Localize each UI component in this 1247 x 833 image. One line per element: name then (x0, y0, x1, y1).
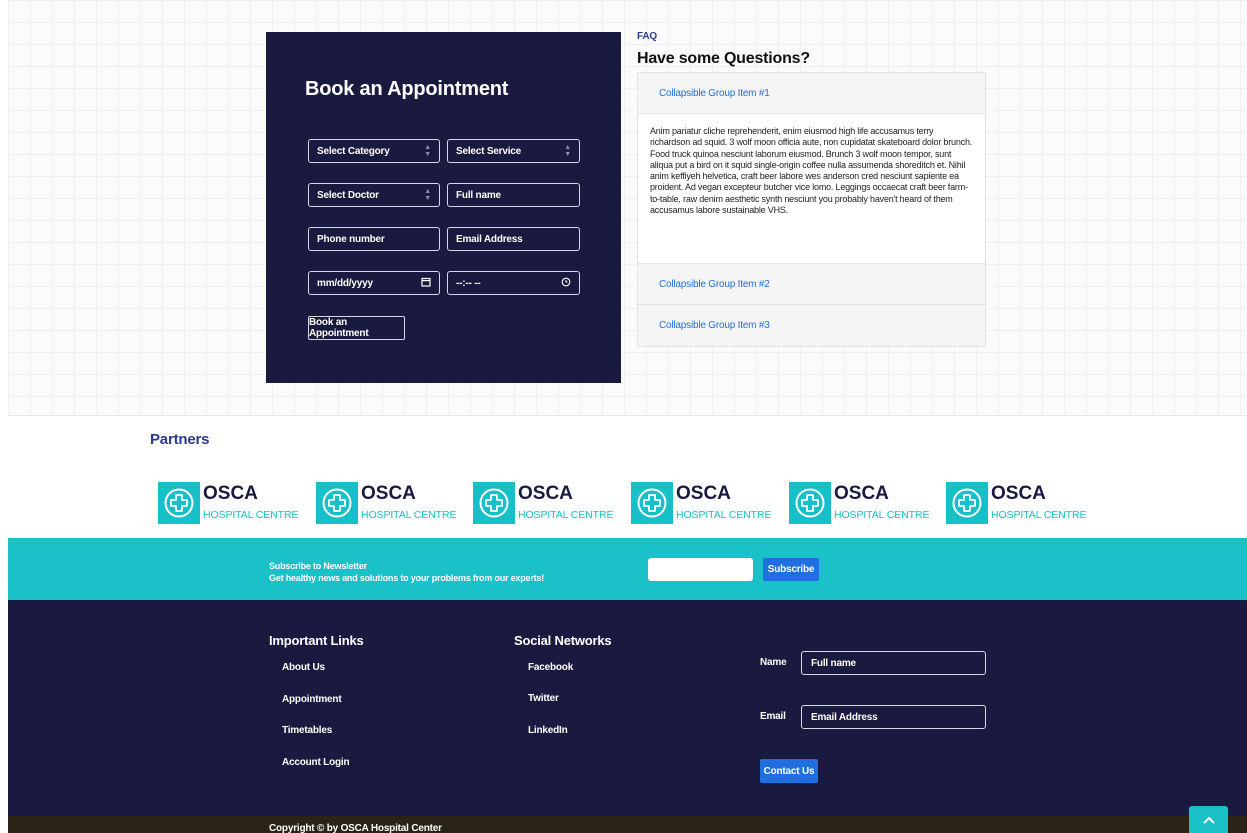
clock-icon[interactable] (561, 277, 571, 290)
accordion-item-2-header[interactable]: Collapsible Group Item #2 (638, 264, 985, 305)
partner-logo: OSCA HOSPITAL CENTRE (473, 482, 631, 524)
medical-cross-icon (946, 482, 988, 524)
contact-name-label: Name (760, 657, 787, 668)
faq-title: Have some Questions? (637, 50, 810, 67)
link-facebook[interactable]: Facebook (528, 662, 573, 673)
link-timetables[interactable]: Timetables (282, 725, 332, 736)
partner-logo: OSCA HOSPITAL CENTRE (789, 482, 947, 524)
scroll-to-top-button[interactable] (1189, 806, 1228, 833)
fullname-input[interactable]: Full name (447, 183, 580, 207)
select-arrows-icon: ▲ ▼ (424, 144, 431, 158)
medical-cross-icon (789, 482, 831, 524)
contact-email-input[interactable]: Email Address (801, 705, 986, 729)
chevron-up-icon (1202, 816, 1215, 824)
service-select[interactable]: Select Service ▲ ▼ (447, 139, 580, 163)
accordion-item-1-body: Anim pariatur cliche reprehenderit, enim… (638, 114, 985, 264)
section-divider (8, 415, 1247, 416)
contact-name-input[interactable]: Full name (801, 651, 986, 675)
faq-label: FAQ (637, 31, 657, 42)
appointment-panel: Book an Appointment Select Category ▲ ▼ S… (266, 32, 621, 383)
contact-us-button[interactable]: Contact Us (760, 759, 818, 783)
link-account-login[interactable]: Account Login (282, 757, 350, 768)
link-about-us[interactable]: About Us (282, 662, 325, 673)
doctor-select[interactable]: Select Doctor ▲ ▼ (308, 183, 440, 207)
newsletter-subtext: Get healthy news and solutions to your p… (269, 573, 545, 583)
partner-logo: OSCA HOSPITAL CENTRE (946, 482, 1104, 524)
newsletter-heading: Subscribe to Newsletter (269, 561, 367, 571)
faq-accordion: Collapsible Group Item #1 Anim pariatur … (637, 72, 986, 347)
select-arrows-icon: ▲ ▼ (424, 188, 431, 202)
calendar-icon[interactable] (421, 277, 431, 290)
social-networks-title: Social Networks (514, 633, 612, 648)
subscribe-button[interactable]: Subscribe (763, 558, 819, 581)
book-appointment-button[interactable]: Book an Appointment (308, 316, 405, 340)
partners-title: Partners (150, 431, 210, 448)
link-twitter[interactable]: Twitter (528, 693, 559, 704)
medical-cross-icon (631, 482, 673, 524)
medical-cross-icon (316, 482, 358, 524)
accordion-item-3-header[interactable]: Collapsible Group Item #3 (638, 305, 985, 346)
partner-logo: OSCA HOSPITAL CENTRE (631, 482, 789, 524)
contact-email-label: Email (760, 711, 786, 722)
important-links-title: Important Links (269, 633, 364, 648)
accordion-item-1-header[interactable]: Collapsible Group Item #1 (638, 73, 985, 114)
newsletter-email-input[interactable] (648, 558, 753, 581)
partner-logo: OSCA HOSPITAL CENTRE (158, 482, 316, 524)
email-input[interactable]: Email Address (447, 227, 580, 251)
phone-input[interactable]: Phone number (308, 227, 440, 251)
medical-cross-icon (158, 482, 200, 524)
background-grid (8, 0, 1247, 415)
appointment-title: Book an Appointment (305, 78, 509, 100)
newsletter-bar: Subscribe to Newsletter Get healthy news… (8, 538, 1247, 600)
copyright-bar: Copyright © by OSCA Hospital Center (8, 816, 1247, 833)
medical-cross-icon (473, 482, 515, 524)
link-appointment[interactable]: Appointment (282, 694, 342, 705)
time-input[interactable]: --:-- -- (447, 271, 580, 295)
category-select[interactable]: Select Category ▲ ▼ (308, 139, 440, 163)
date-input[interactable]: mm/dd/yyyy (308, 271, 440, 295)
partner-logo: OSCA HOSPITAL CENTRE (316, 482, 474, 524)
footer: Important Links About Us Appointment Tim… (8, 600, 1247, 816)
link-linkedin[interactable]: LinkedIn (528, 725, 568, 736)
copyright-text: Copyright © by OSCA Hospital Center (269, 823, 442, 833)
select-arrows-icon: ▲ ▼ (564, 144, 571, 158)
